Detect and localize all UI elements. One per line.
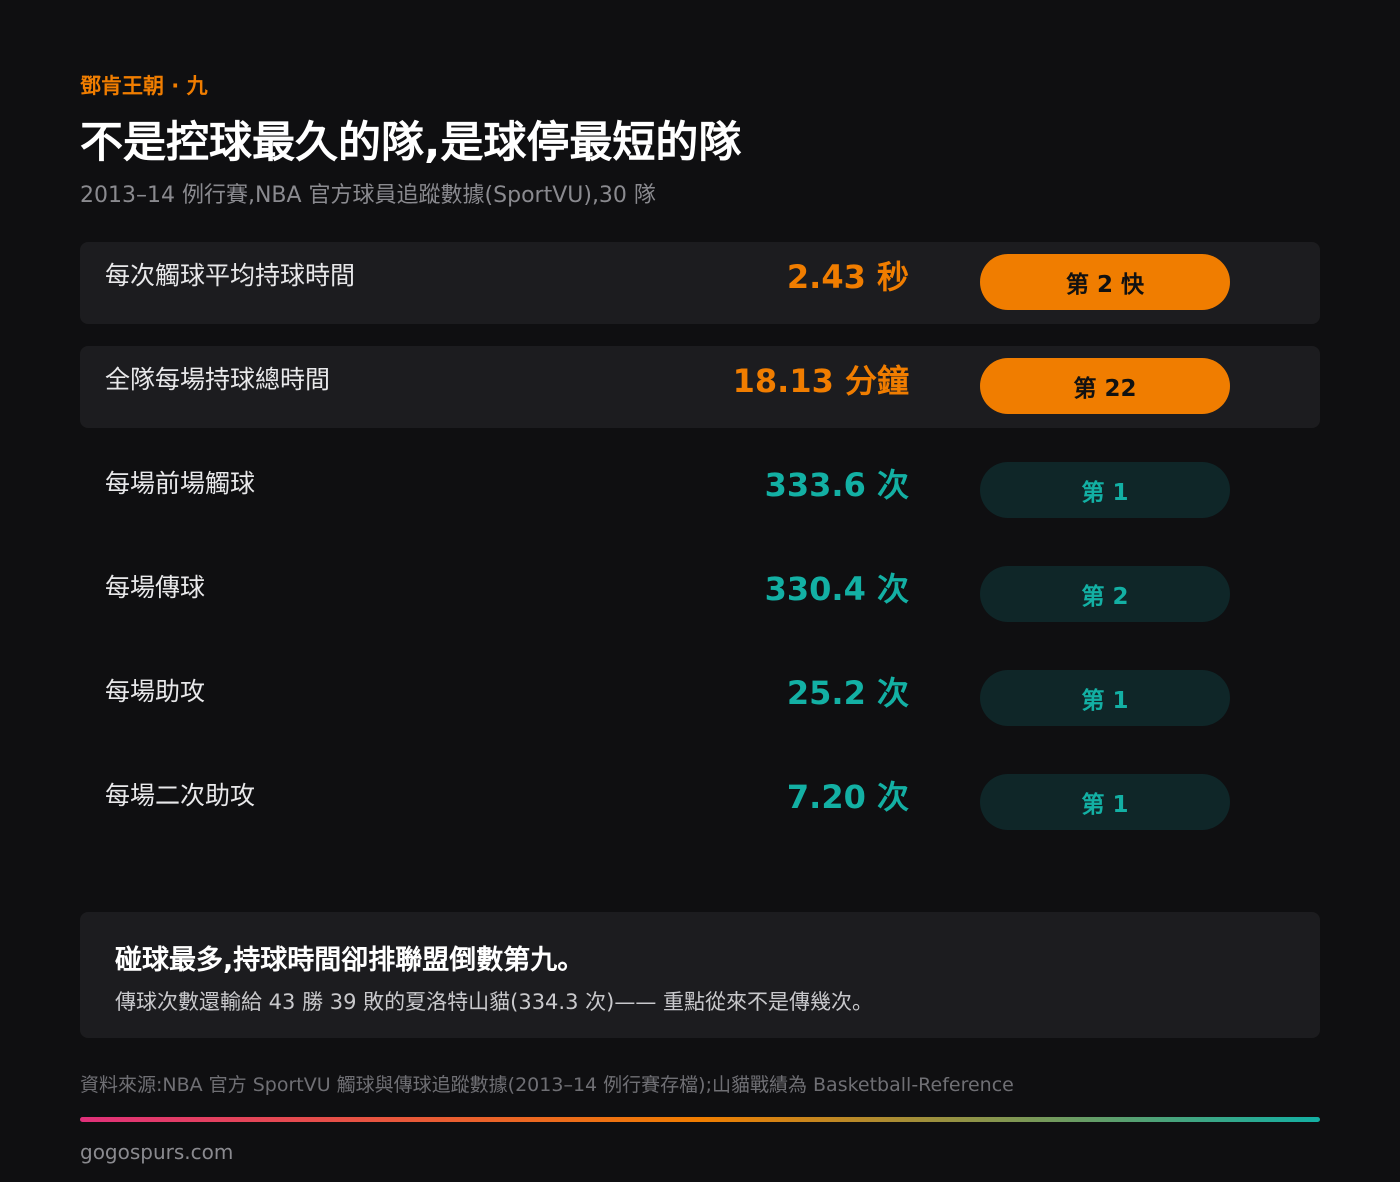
stat-value: 7.20 次 bbox=[786, 778, 909, 816]
stat-label: 每次觸球平均持球時間 bbox=[105, 261, 356, 290]
stat-row: 每場前場觸球 333.6 次 第 1 bbox=[80, 450, 1320, 532]
stat-label: 全隊每場持球總時間 bbox=[105, 365, 331, 394]
stat-value: 25.2 次 bbox=[786, 674, 909, 712]
stat-value: 333.6 次 bbox=[764, 466, 909, 504]
stat-row: 全隊每場持球總時間 18.13 分鐘 第 22 bbox=[80, 346, 1320, 428]
rank-badge: 第 1 bbox=[980, 670, 1230, 726]
stat-label: 每場傳球 bbox=[105, 573, 206, 602]
stat-row: 每場二次助攻 7.20 次 第 1 bbox=[80, 762, 1320, 844]
rank-badge: 第 22 bbox=[980, 358, 1230, 414]
rank-badge: 第 1 bbox=[980, 774, 1230, 830]
note-body: 傳球次數還輸給 43 勝 39 敗的夏洛特山貓(334.3 次)—— 重點從來不… bbox=[115, 990, 873, 1014]
subtitle: 2013–14 例行賽,NBA 官方球員追蹤數據(SportVU),30 隊 bbox=[80, 183, 656, 208]
stat-label: 每場二次助攻 bbox=[105, 781, 256, 810]
stat-row: 每場助攻 25.2 次 第 1 bbox=[80, 658, 1320, 740]
gradient-divider bbox=[80, 1117, 1320, 1122]
stat-label: 每場助攻 bbox=[105, 677, 206, 706]
stat-label: 每場前場觸球 bbox=[105, 469, 256, 498]
rank-badge: 第 1 bbox=[980, 462, 1230, 518]
site-footer: gogospurs.com bbox=[80, 1140, 234, 1164]
stat-row: 每場傳球 330.4 次 第 2 bbox=[80, 554, 1320, 636]
stat-value: 18.13 分鐘 bbox=[732, 362, 909, 400]
callout-note: 碰球最多,持球時間卻排聯盟倒數第九。 傳球次數還輸給 43 勝 39 敗的夏洛特… bbox=[80, 912, 1320, 1038]
rank-badge: 第 2 bbox=[980, 566, 1230, 622]
stat-row: 每次觸球平均持球時間 2.43 秒 第 2 快 bbox=[80, 242, 1320, 324]
eyebrow: 鄧肯王朝 · 九 bbox=[80, 74, 208, 98]
source-note: 資料來源:NBA 官方 SportVU 觸球與傳球追蹤數據(2013–14 例行… bbox=[80, 1074, 1014, 1096]
stat-value: 330.4 次 bbox=[764, 570, 909, 608]
note-headline: 碰球最多,持球時間卻排聯盟倒數第九。 bbox=[115, 945, 585, 976]
page-title: 不是控球最久的隊,是球停最短的隊 bbox=[80, 118, 742, 168]
stat-value: 2.43 秒 bbox=[786, 258, 909, 296]
rank-badge: 第 2 快 bbox=[980, 254, 1230, 310]
